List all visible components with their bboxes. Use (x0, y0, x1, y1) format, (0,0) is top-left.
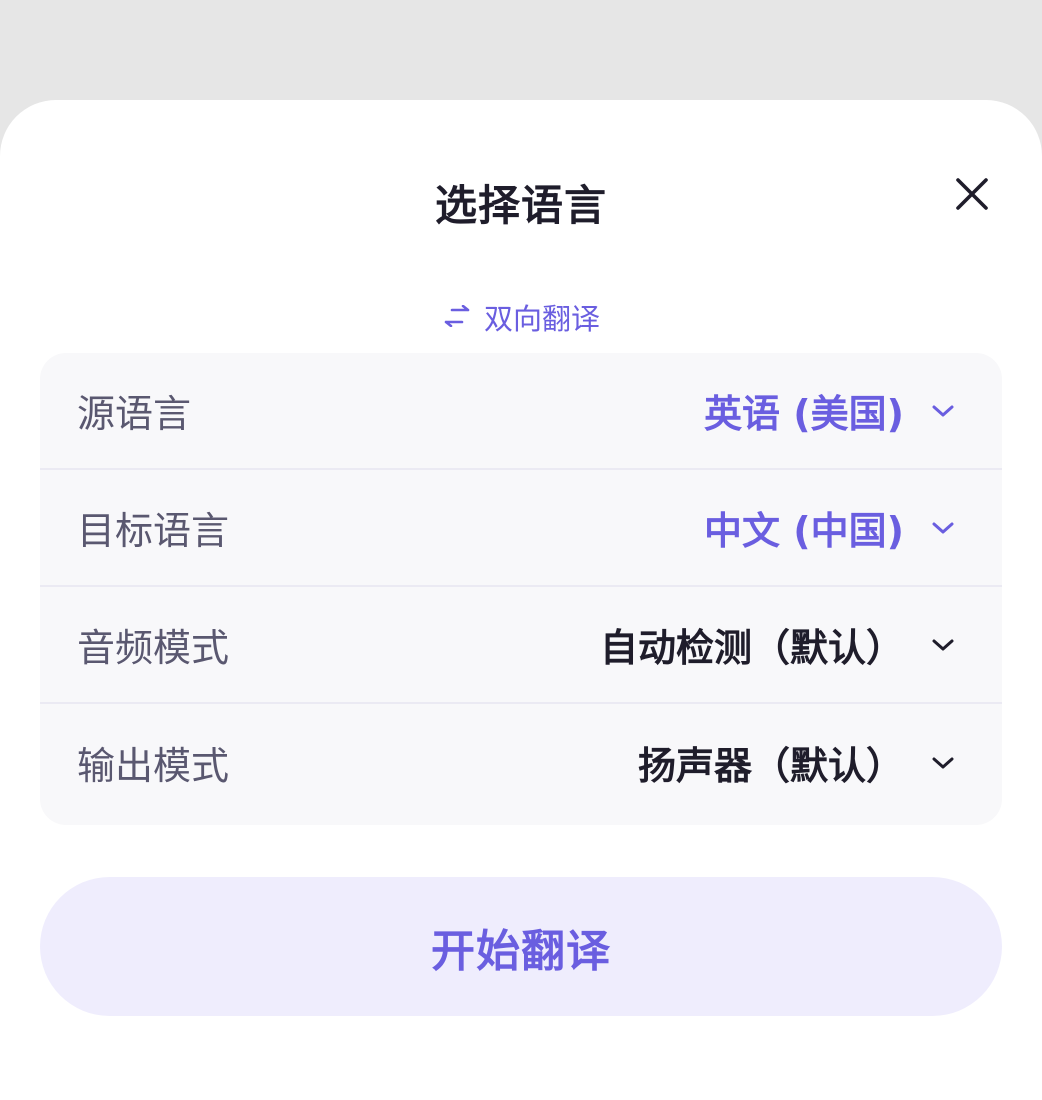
audio-mode-label: 音频模式 (77, 626, 230, 670)
audio-mode-value: 自动检测（默认） (599, 626, 904, 670)
chevron-down-icon (930, 632, 956, 658)
target-language-label: 目标语言 (77, 509, 230, 553)
language-select-sheet: 选择语言 双向翻译 源语言 英语 (美国) 目标语言 中文 (中国) 音频模式 … (0, 100, 1042, 1100)
chevron-down-icon (930, 750, 956, 776)
close-icon (954, 176, 990, 216)
close-button[interactable] (946, 170, 998, 222)
output-mode-row[interactable]: 输出模式 扬声器（默认） (40, 704, 1002, 821)
chevron-down-icon (930, 515, 956, 541)
start-translation-button[interactable]: 开始翻译 (40, 877, 1002, 1016)
target-language-value: 中文 (中国) (704, 509, 904, 553)
dialog-title: 选择语言 (434, 181, 607, 230)
source-language-label: 源语言 (77, 392, 192, 436)
bidirectional-label: 双向翻译 (483, 302, 600, 336)
chevron-down-icon (930, 398, 956, 424)
audio-mode-row[interactable]: 音频模式 自动检测（默认） (40, 587, 1002, 704)
target-language-row[interactable]: 目标语言 中文 (中国) (40, 470, 1002, 587)
settings-panel: 源语言 英语 (美国) 目标语言 中文 (中国) 音频模式 自动检测（默认） 输… (40, 353, 1002, 825)
bidirectional-toggle[interactable]: 双向翻译 (0, 296, 1042, 338)
source-language-row[interactable]: 源语言 英语 (美国) (40, 353, 1002, 470)
output-mode-label: 输出模式 (77, 744, 230, 788)
output-mode-value: 扬声器（默认） (637, 744, 904, 788)
source-language-value: 英语 (美国) (704, 392, 904, 436)
swap-arrows-icon (442, 300, 472, 334)
